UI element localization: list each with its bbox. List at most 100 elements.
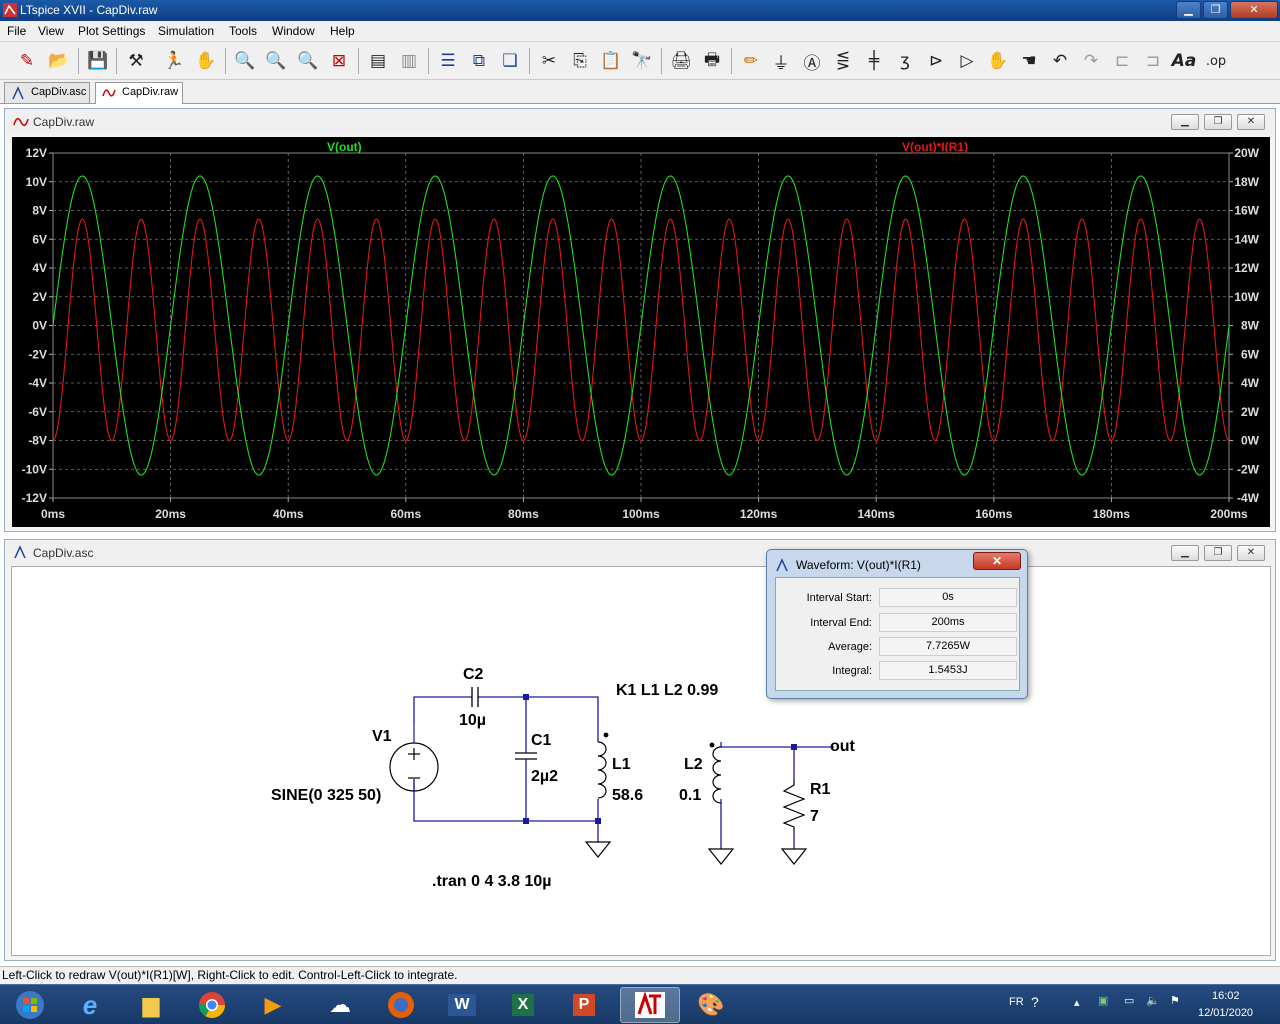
- l2-value[interactable]: 0.1: [679, 787, 701, 804]
- inductor-l2[interactable]: [709, 742, 722, 804]
- label-net-icon[interactable]: Ⓐ: [799, 48, 825, 74]
- r1-label[interactable]: R1: [810, 781, 831, 798]
- minimize-button[interactable]: ▁: [1171, 545, 1199, 561]
- inductor-l1[interactable]: [597, 732, 609, 799]
- menu-file[interactable]: File: [7, 24, 26, 38]
- menu-view[interactable]: View: [38, 24, 64, 38]
- zoom-in-icon[interactable]: 🔍: [232, 48, 258, 74]
- tile-vertical-icon[interactable]: ⧉: [466, 48, 492, 74]
- taskbar-paint[interactable]: 🎨: [681, 987, 741, 1023]
- taskbar-excel[interactable]: X: [493, 987, 553, 1023]
- taskbar-explorer[interactable]: ▆: [121, 987, 181, 1023]
- voltage-source-v1[interactable]: [389, 725, 439, 792]
- undo-icon[interactable]: ↶: [1047, 48, 1073, 74]
- menu-simulation[interactable]: Simulation: [158, 24, 214, 38]
- component-icon[interactable]: ▷: [954, 48, 980, 74]
- series-label-vout[interactable]: V(out): [327, 140, 362, 154]
- minimize-button[interactable]: ▁: [1171, 114, 1199, 130]
- maximize-button[interactable]: ❐: [1204, 114, 1232, 130]
- cascade-icon[interactable]: ❏: [497, 48, 523, 74]
- zoom-fit-icon[interactable]: ⊠: [326, 48, 352, 74]
- close-button[interactable]: ✕: [1237, 114, 1265, 130]
- language-indicator[interactable]: FR: [1009, 996, 1024, 1008]
- taskbar-chrome[interactable]: [182, 987, 242, 1023]
- resistor-icon[interactable]: ⋚: [830, 48, 856, 74]
- capacitor-c1[interactable]: [515, 747, 537, 765]
- series-label-power[interactable]: V(out)*I(R1): [902, 140, 968, 154]
- close-button[interactable]: ✕: [1237, 545, 1265, 561]
- network-icon[interactable]: ▣: [1098, 994, 1108, 1007]
- maximize-button[interactable]: ❐: [1204, 545, 1232, 561]
- ground-icon[interactable]: [707, 848, 735, 865]
- r1-value[interactable]: 7: [810, 808, 819, 825]
- copy-icon[interactable]: ⎘: [567, 48, 593, 74]
- draw-wire-icon[interactable]: ✏: [738, 48, 764, 74]
- capacitor-icon[interactable]: ╪: [861, 48, 887, 74]
- c2-label[interactable]: C2: [463, 666, 484, 683]
- show-hidden-icons[interactable]: ▴: [1074, 996, 1080, 1009]
- waveform-plot[interactable]: 12V 10V 8V 6V 4V 2V 0V -2V -4V -6V -8V -10V -12V 20W…: [12, 137, 1270, 527]
- new-schematic-icon[interactable]: ✎: [14, 48, 40, 74]
- taskbar-word[interactable]: W: [432, 987, 492, 1023]
- maximize-button[interactable]: ❐: [1203, 1, 1228, 19]
- volume-icon[interactable]: 🔈: [1146, 994, 1160, 1007]
- wire[interactable]: [413, 779, 599, 842]
- wire-out[interactable]: [720, 742, 834, 748]
- tran-directive[interactable]: .tran 0 4 3.8 10µ: [432, 873, 552, 890]
- move-icon[interactable]: ✋: [985, 48, 1011, 74]
- paste-icon[interactable]: 📋: [598, 48, 624, 74]
- autorange-icon[interactable]: ▤: [365, 48, 391, 74]
- tab-capdiv-raw[interactable]: CapDiv.raw: [95, 82, 183, 104]
- menu-tools[interactable]: Tools: [229, 24, 257, 38]
- ground-icon[interactable]: [584, 841, 612, 858]
- l1-label[interactable]: L1: [612, 756, 631, 773]
- print-icon[interactable]: 🖨: [668, 48, 694, 74]
- flag-icon[interactable]: ⚑: [1170, 994, 1180, 1007]
- mirror-icon[interactable]: ⊐: [1140, 48, 1166, 74]
- redo-icon[interactable]: ↷: [1078, 48, 1104, 74]
- run-icon[interactable]: 🏃: [161, 48, 187, 74]
- minimize-button[interactable]: ▁: [1176, 1, 1201, 19]
- menu-plot-settings[interactable]: Plot Settings: [78, 24, 145, 38]
- c1-label[interactable]: C1: [531, 732, 552, 749]
- menu-window[interactable]: Window: [272, 24, 315, 38]
- save-icon[interactable]: 💾: [85, 48, 111, 74]
- menu-help[interactable]: Help: [330, 24, 355, 38]
- zoom-out-icon[interactable]: 🔍: [295, 48, 321, 74]
- print-setup-icon[interactable]: 🖶: [699, 48, 725, 74]
- plot-svg[interactable]: 12V 10V 8V 6V 4V 2V 0V -2V -4V -6V -8V -10V -12V 20W…: [12, 137, 1270, 527]
- l1-value[interactable]: 58.6: [612, 787, 643, 804]
- taskbar-ltspice[interactable]: [620, 987, 680, 1023]
- v1-value[interactable]: SINE(0 325 50): [271, 787, 381, 804]
- spice-directive-icon[interactable]: .op: [1203, 48, 1229, 74]
- taskbar-media[interactable]: ▶: [243, 987, 303, 1023]
- find-icon[interactable]: 🔭: [629, 48, 655, 74]
- ground-icon[interactable]: ⏚: [768, 48, 794, 74]
- schematic-canvas[interactable]: V1 SINE(0 325 50) C2 10µ C1 2µ2 L1 58.6 …: [11, 566, 1271, 956]
- k1-directive[interactable]: K1 L1 L2 0.99: [616, 682, 718, 699]
- ground-icon[interactable]: [780, 848, 808, 865]
- inductor-icon[interactable]: ʒ: [892, 48, 918, 74]
- net-label-out[interactable]: out: [830, 738, 856, 755]
- tile-horizontal-icon[interactable]: ☰: [435, 48, 461, 74]
- v1-label[interactable]: V1: [372, 728, 392, 745]
- help-icon[interactable]: ?: [1031, 994, 1039, 1010]
- cut-icon[interactable]: ✂: [536, 48, 562, 74]
- close-button[interactable]: ✕: [1230, 1, 1278, 19]
- clock-time[interactable]: 16:02: [1212, 990, 1240, 1002]
- dialog-close-button[interactable]: ✕: [973, 552, 1021, 570]
- taskbar-app[interactable]: ☁: [310, 987, 370, 1023]
- manual-limits-icon[interactable]: ▥: [396, 48, 422, 74]
- start-button[interactable]: [2, 987, 58, 1023]
- zoom-pan-icon[interactable]: 🔍: [263, 48, 289, 74]
- schematic-svg[interactable]: V1 SINE(0 325 50) C2 10µ C1 2µ2 L1 58.6 …: [12, 567, 1272, 957]
- monitor-icon[interactable]: ▭: [1124, 994, 1134, 1007]
- control-panel-icon[interactable]: ⚒: [123, 48, 149, 74]
- clock-date[interactable]: 12/01/2020: [1198, 1007, 1253, 1019]
- taskbar-firefox[interactable]: [371, 987, 431, 1023]
- c2-value[interactable]: 10µ: [459, 712, 486, 729]
- diode-icon[interactable]: ⊳: [923, 48, 949, 74]
- taskbar-powerpoint[interactable]: P: [554, 987, 614, 1023]
- resistor-r1[interactable]: [782, 779, 806, 831]
- tab-capdiv-asc[interactable]: CapDiv.asc: [4, 82, 90, 103]
